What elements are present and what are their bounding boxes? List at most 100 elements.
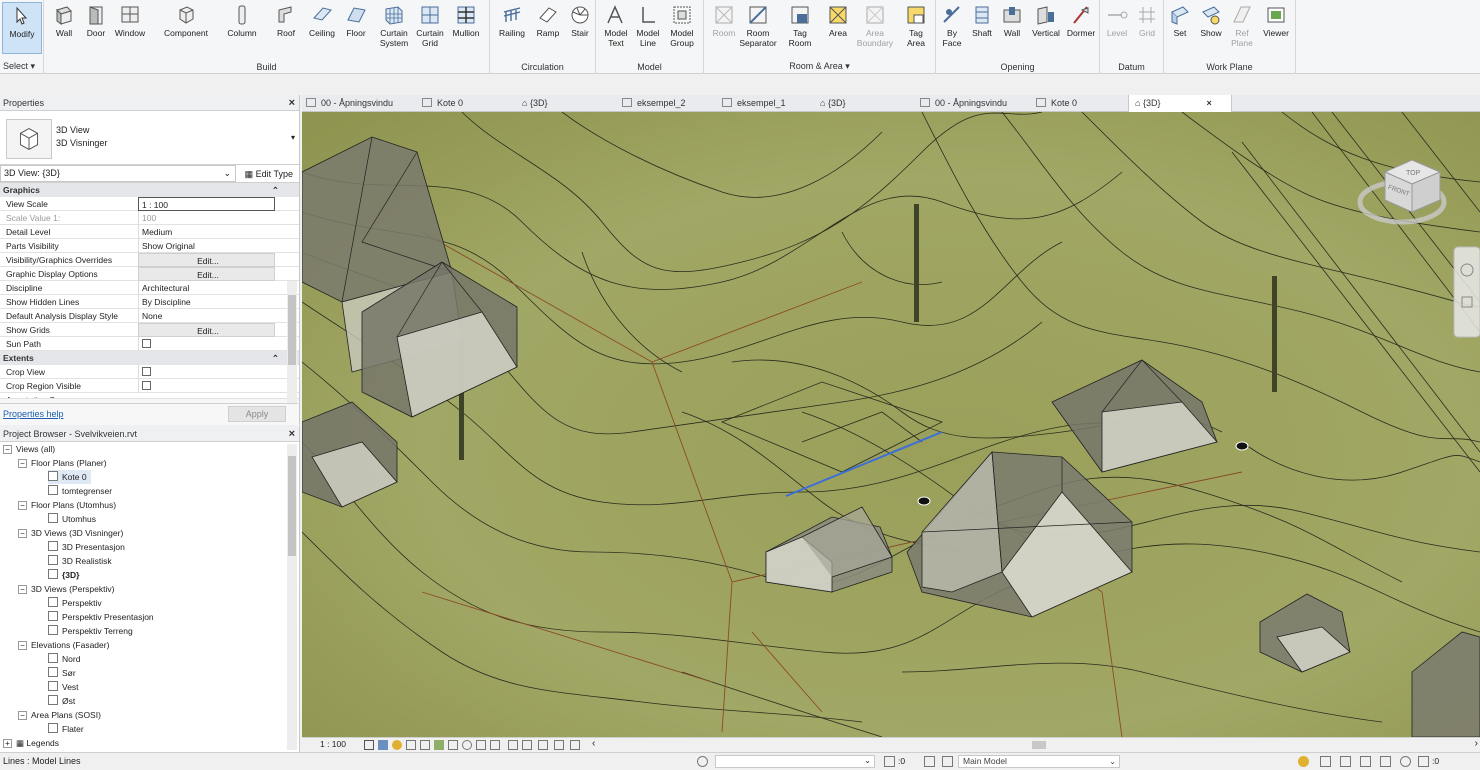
tree-node-3d-realistisk[interactable]: 3D Realistisk (48, 554, 112, 568)
tree-node-sor[interactable]: Sør (48, 666, 76, 680)
temporary-view-properties-icon[interactable] (554, 740, 564, 750)
room-separator-button[interactable]: Room Separator (736, 2, 780, 54)
3d-viewport[interactable]: TOP FRONT (302, 112, 1480, 737)
select-pinned-icon[interactable] (1340, 756, 1351, 767)
shadows-icon[interactable] (406, 740, 416, 750)
survey-marker-2[interactable] (1235, 441, 1249, 451)
crop-region-icon[interactable] (448, 740, 458, 750)
collapse-icon[interactable]: − (18, 459, 27, 468)
crop-view-checkbox[interactable] (142, 367, 151, 376)
tree-node-nord[interactable]: Nord (48, 652, 80, 666)
modify-button[interactable]: Modify (2, 2, 42, 54)
window-button[interactable]: Window (110, 2, 150, 54)
wall-opening-button[interactable]: Wall (996, 2, 1028, 54)
view-instance-select[interactable]: 3D View: {3D} ⌄ (0, 165, 236, 182)
tag-area-button[interactable]: Tag Area (896, 2, 936, 54)
select-links-icon[interactable] (1298, 756, 1309, 767)
viewport-horizontal-scrollbar[interactable] (972, 741, 1472, 749)
column-button[interactable]: Column (222, 2, 262, 54)
ribbon-group-select-label[interactable]: Select ▾ (0, 61, 43, 72)
close-tab-icon[interactable]: × (1206, 98, 1211, 108)
collapse-icon[interactable]: − (18, 529, 27, 538)
collapse-icon[interactable]: ⌃ (272, 183, 279, 197)
tree-node-3d-views-perspektiv[interactable]: −3D Views (Perspektiv) (18, 582, 114, 596)
select-underlay-icon[interactable] (1320, 756, 1331, 767)
tab-kote-0-1[interactable]: Kote 0 (422, 95, 463, 112)
worksets-icon[interactable] (697, 756, 708, 767)
tree-node-legends[interactable]: + ▦ Legends (3, 736, 59, 750)
mullion-button[interactable]: Mullion (446, 2, 486, 54)
tab-kote-0-2[interactable]: Kote 0 (1036, 95, 1077, 112)
chevron-down-icon[interactable]: ▾ (291, 133, 295, 142)
viewer-button[interactable]: Viewer (1256, 2, 1296, 54)
pole-1[interactable] (914, 204, 919, 322)
scrollbar-thumb[interactable] (288, 456, 296, 556)
drag-elements-icon[interactable] (1380, 756, 1391, 767)
dormer-button[interactable]: Dormer (1062, 2, 1100, 54)
scrollbar-thumb[interactable] (1032, 741, 1046, 749)
worksharing-icon[interactable] (508, 740, 518, 750)
render-icon[interactable] (420, 740, 430, 750)
area-boundary-button[interactable]: Area Boundary (854, 2, 896, 54)
tab-eksempel-2[interactable]: eksempel_2 (622, 95, 686, 112)
crop-view-icon[interactable] (434, 740, 444, 750)
scroll-left-icon[interactable]: ‹ (592, 738, 595, 749)
graphic-display-edit-button[interactable]: Edit... (138, 267, 275, 281)
tree-node-kote-0[interactable]: Kote 0 (48, 470, 91, 484)
section-extents[interactable]: Extents ⌃ (0, 351, 299, 365)
discipline-select[interactable]: Architectural (138, 281, 275, 295)
collapse-icon[interactable]: − (18, 641, 27, 650)
hidden-lines-select[interactable]: By Discipline (138, 295, 275, 309)
tree-node-3d-default[interactable]: {3D} (48, 568, 79, 582)
collapse-icon[interactable]: ⌃ (272, 351, 279, 365)
tree-node-perspektiv-presentasjon[interactable]: Perspektiv Presentasjon (48, 610, 154, 624)
scroll-right-icon[interactable]: › (1475, 738, 1478, 749)
active-workset-select[interactable]: ⌄ (715, 755, 875, 768)
detail-level-icon[interactable] (364, 740, 374, 750)
tree-node-perspektiv-terreng[interactable]: Perspektiv Terreng (48, 624, 133, 638)
tree-node-tomtegrenser[interactable]: tomtegrenser (48, 484, 112, 498)
sun-path-icon[interactable] (392, 740, 402, 750)
by-face-button[interactable]: By Face (936, 2, 968, 54)
apply-button[interactable]: Apply (228, 406, 286, 422)
shaft-button[interactable]: Shaft (966, 2, 998, 54)
tab-3d-1[interactable]: ⌂ {3D} (522, 95, 547, 112)
background-processes-icon[interactable] (1400, 756, 1411, 767)
level-button[interactable]: Level (1102, 2, 1132, 54)
roof-button[interactable]: Roof (266, 2, 306, 54)
collapse-icon[interactable]: − (18, 711, 27, 720)
tree-node-floor-plans-utomhus[interactable]: − Floor Plans (Utomhus) (18, 498, 116, 512)
detail-level-select[interactable]: Medium (138, 225, 275, 239)
tree-node-3d-views-visninger[interactable]: −3D Views (3D Visninger) (18, 526, 123, 540)
stair-button[interactable]: Stair (560, 2, 600, 54)
design-option-set-icon[interactable] (942, 756, 953, 767)
tree-node-vest[interactable]: Vest (48, 680, 79, 694)
view-scale-input[interactable]: 1 : 100 (138, 197, 275, 211)
tree-node-perspektiv[interactable]: Perspektiv (48, 596, 102, 610)
filter-icon[interactable] (1418, 756, 1429, 767)
vg-overrides-edit-button[interactable]: Edit... (138, 253, 275, 267)
collapse-icon[interactable]: − (18, 501, 27, 510)
show-button[interactable]: Show (1194, 2, 1228, 54)
close-icon[interactable]: × (289, 426, 295, 442)
navigation-bar[interactable] (1453, 246, 1480, 338)
pole-2[interactable] (1272, 276, 1277, 392)
analytical-model-icon[interactable] (522, 740, 532, 750)
ribbon-group-room-area-label[interactable]: Room & Area ▾ (704, 61, 935, 72)
collapse-icon[interactable]: − (18, 585, 27, 594)
scrollbar-thumb[interactable] (288, 295, 296, 365)
temporary-hide-icon[interactable] (476, 740, 486, 750)
edit-type-button[interactable]: ▦ Edit Type (245, 165, 293, 183)
ref-plane-button[interactable]: Ref Plane (1226, 2, 1258, 54)
visual-style-icon[interactable] (378, 740, 388, 750)
survey-marker-1[interactable] (917, 496, 931, 506)
sun-path-checkbox[interactable] (142, 339, 151, 348)
tag-room-button[interactable]: Tag Room (780, 2, 820, 54)
select-by-face-icon[interactable] (1360, 756, 1371, 767)
project-browser-scrollbar[interactable] (287, 444, 297, 750)
terrain-canvas[interactable]: TOP FRONT (302, 112, 1480, 737)
model-group-button[interactable]: Model Group (662, 2, 702, 54)
component-button[interactable]: Component (162, 2, 210, 54)
collapse-icon[interactable]: − (3, 445, 12, 454)
tab-eksempel-1[interactable]: eksempel_1 (722, 95, 786, 112)
